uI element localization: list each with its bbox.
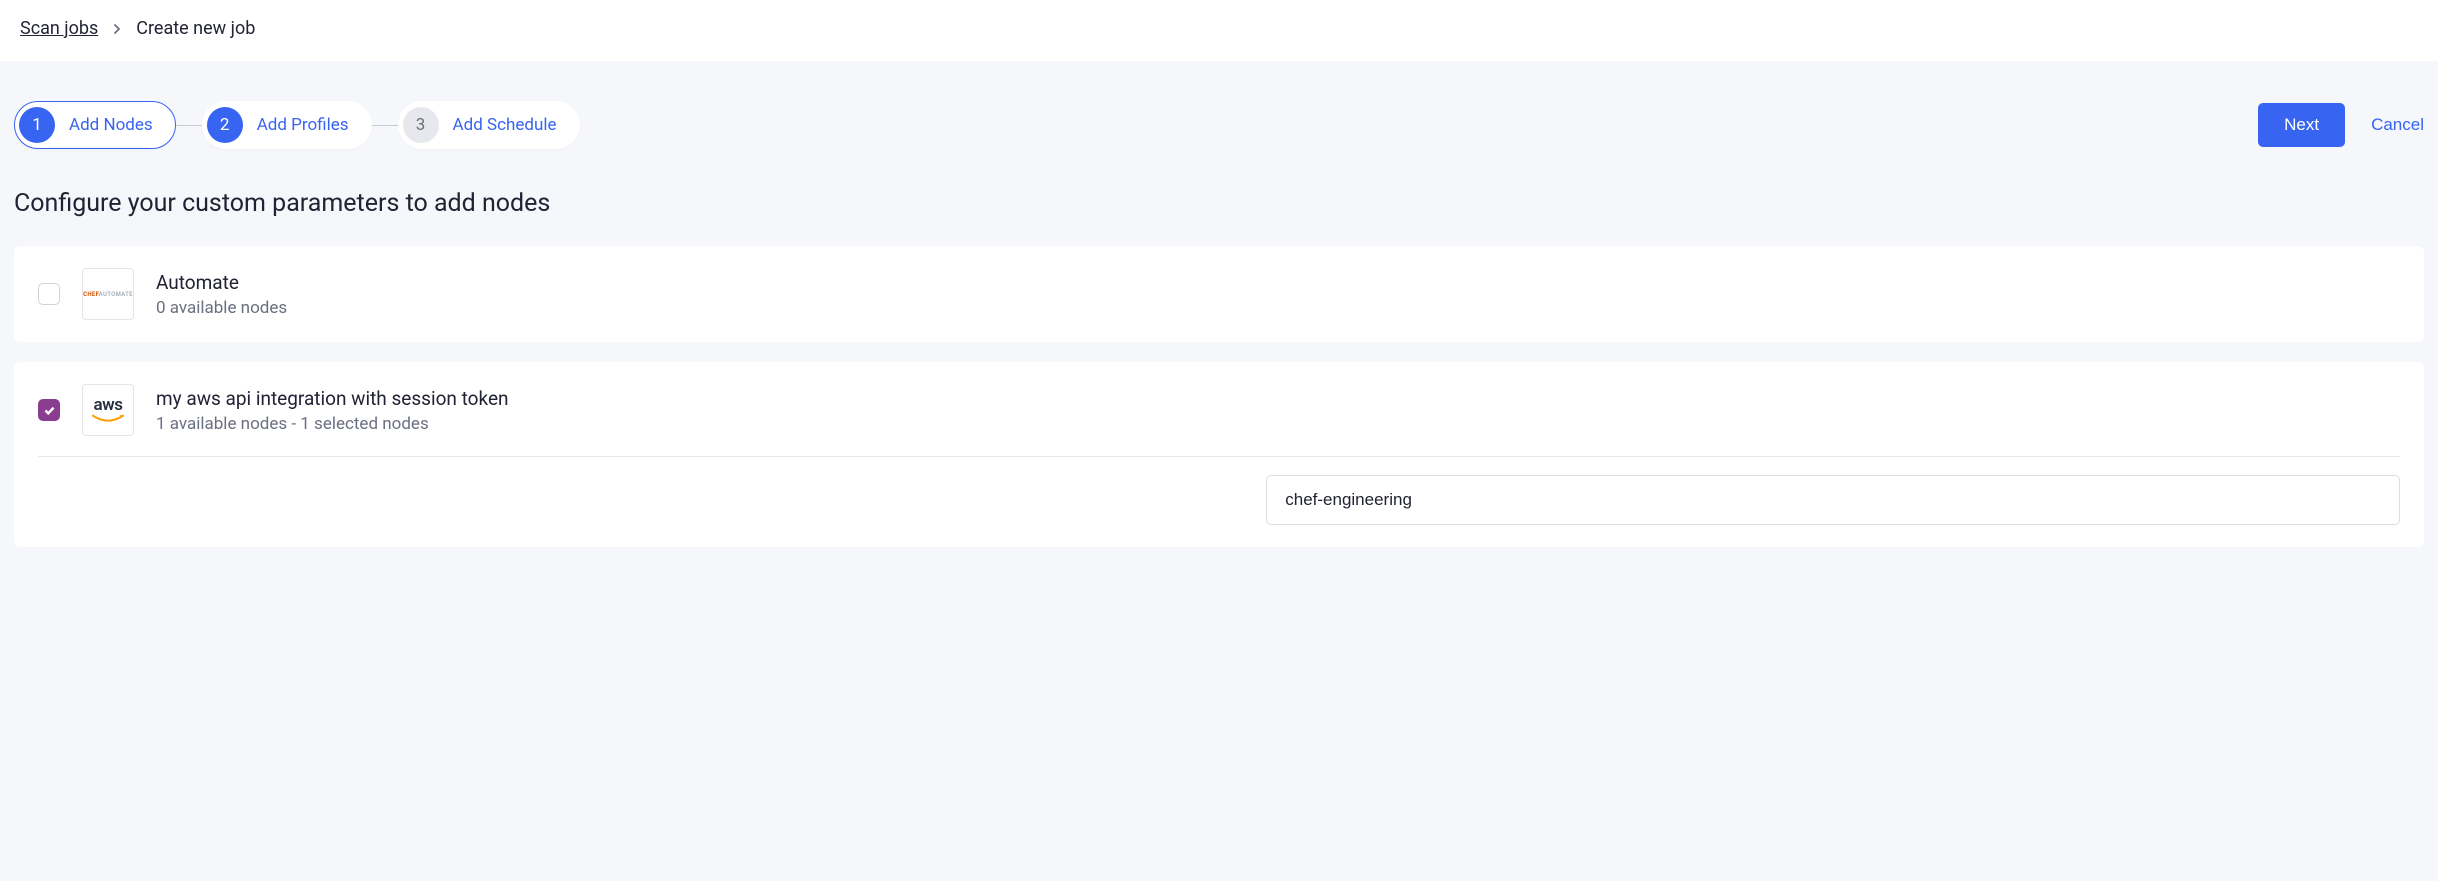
step-add-profiles[interactable]: 2 Add Profiles [202,101,372,149]
next-button[interactable]: Next [2258,103,2345,147]
page-title: Configure your custom parameters to add … [14,189,2424,218]
select-checkbox[interactable] [38,399,60,421]
step-number: 3 [403,107,439,143]
step-connector [176,125,202,126]
stepper: 1 Add Nodes 2 Add Profiles 3 Add Schedul… [14,101,580,149]
chef-automate-logo-icon: CHEFAUTOMATE [82,268,134,320]
step-add-nodes[interactable]: 1 Add Nodes [14,101,176,149]
breadcrumb-current: Create new job [136,18,255,39]
step-label: Add Schedule [453,115,557,135]
step-number: 2 [207,107,243,143]
aws-logo-icon: aws [82,384,134,436]
integration-title: my aws api integration with session toke… [156,387,509,410]
integration-subtitle: 0 available nodes [156,298,287,318]
node-filter-input[interactable] [1266,475,2400,525]
chevron-right-icon [112,19,122,38]
cancel-button[interactable]: Cancel [2371,115,2424,135]
breadcrumb-parent-link[interactable]: Scan jobs [20,18,98,39]
integration-card-automate: CHEFAUTOMATE Automate 0 available nodes [14,246,2424,342]
step-label: Add Profiles [257,115,349,135]
step-connector [372,125,398,126]
integration-title: Automate [156,271,287,294]
step-add-schedule[interactable]: 3 Add Schedule [398,101,580,149]
select-checkbox[interactable] [38,283,60,305]
breadcrumb: Scan jobs Create new job [0,0,2438,61]
integration-card-aws: aws my aws api integration with session … [14,362,2424,547]
step-number: 1 [19,107,55,143]
step-label: Add Nodes [69,115,153,135]
integration-subtitle: 1 available nodes - 1 selected nodes [156,414,509,434]
action-buttons: Next Cancel [2258,103,2424,147]
divider [38,456,2400,457]
